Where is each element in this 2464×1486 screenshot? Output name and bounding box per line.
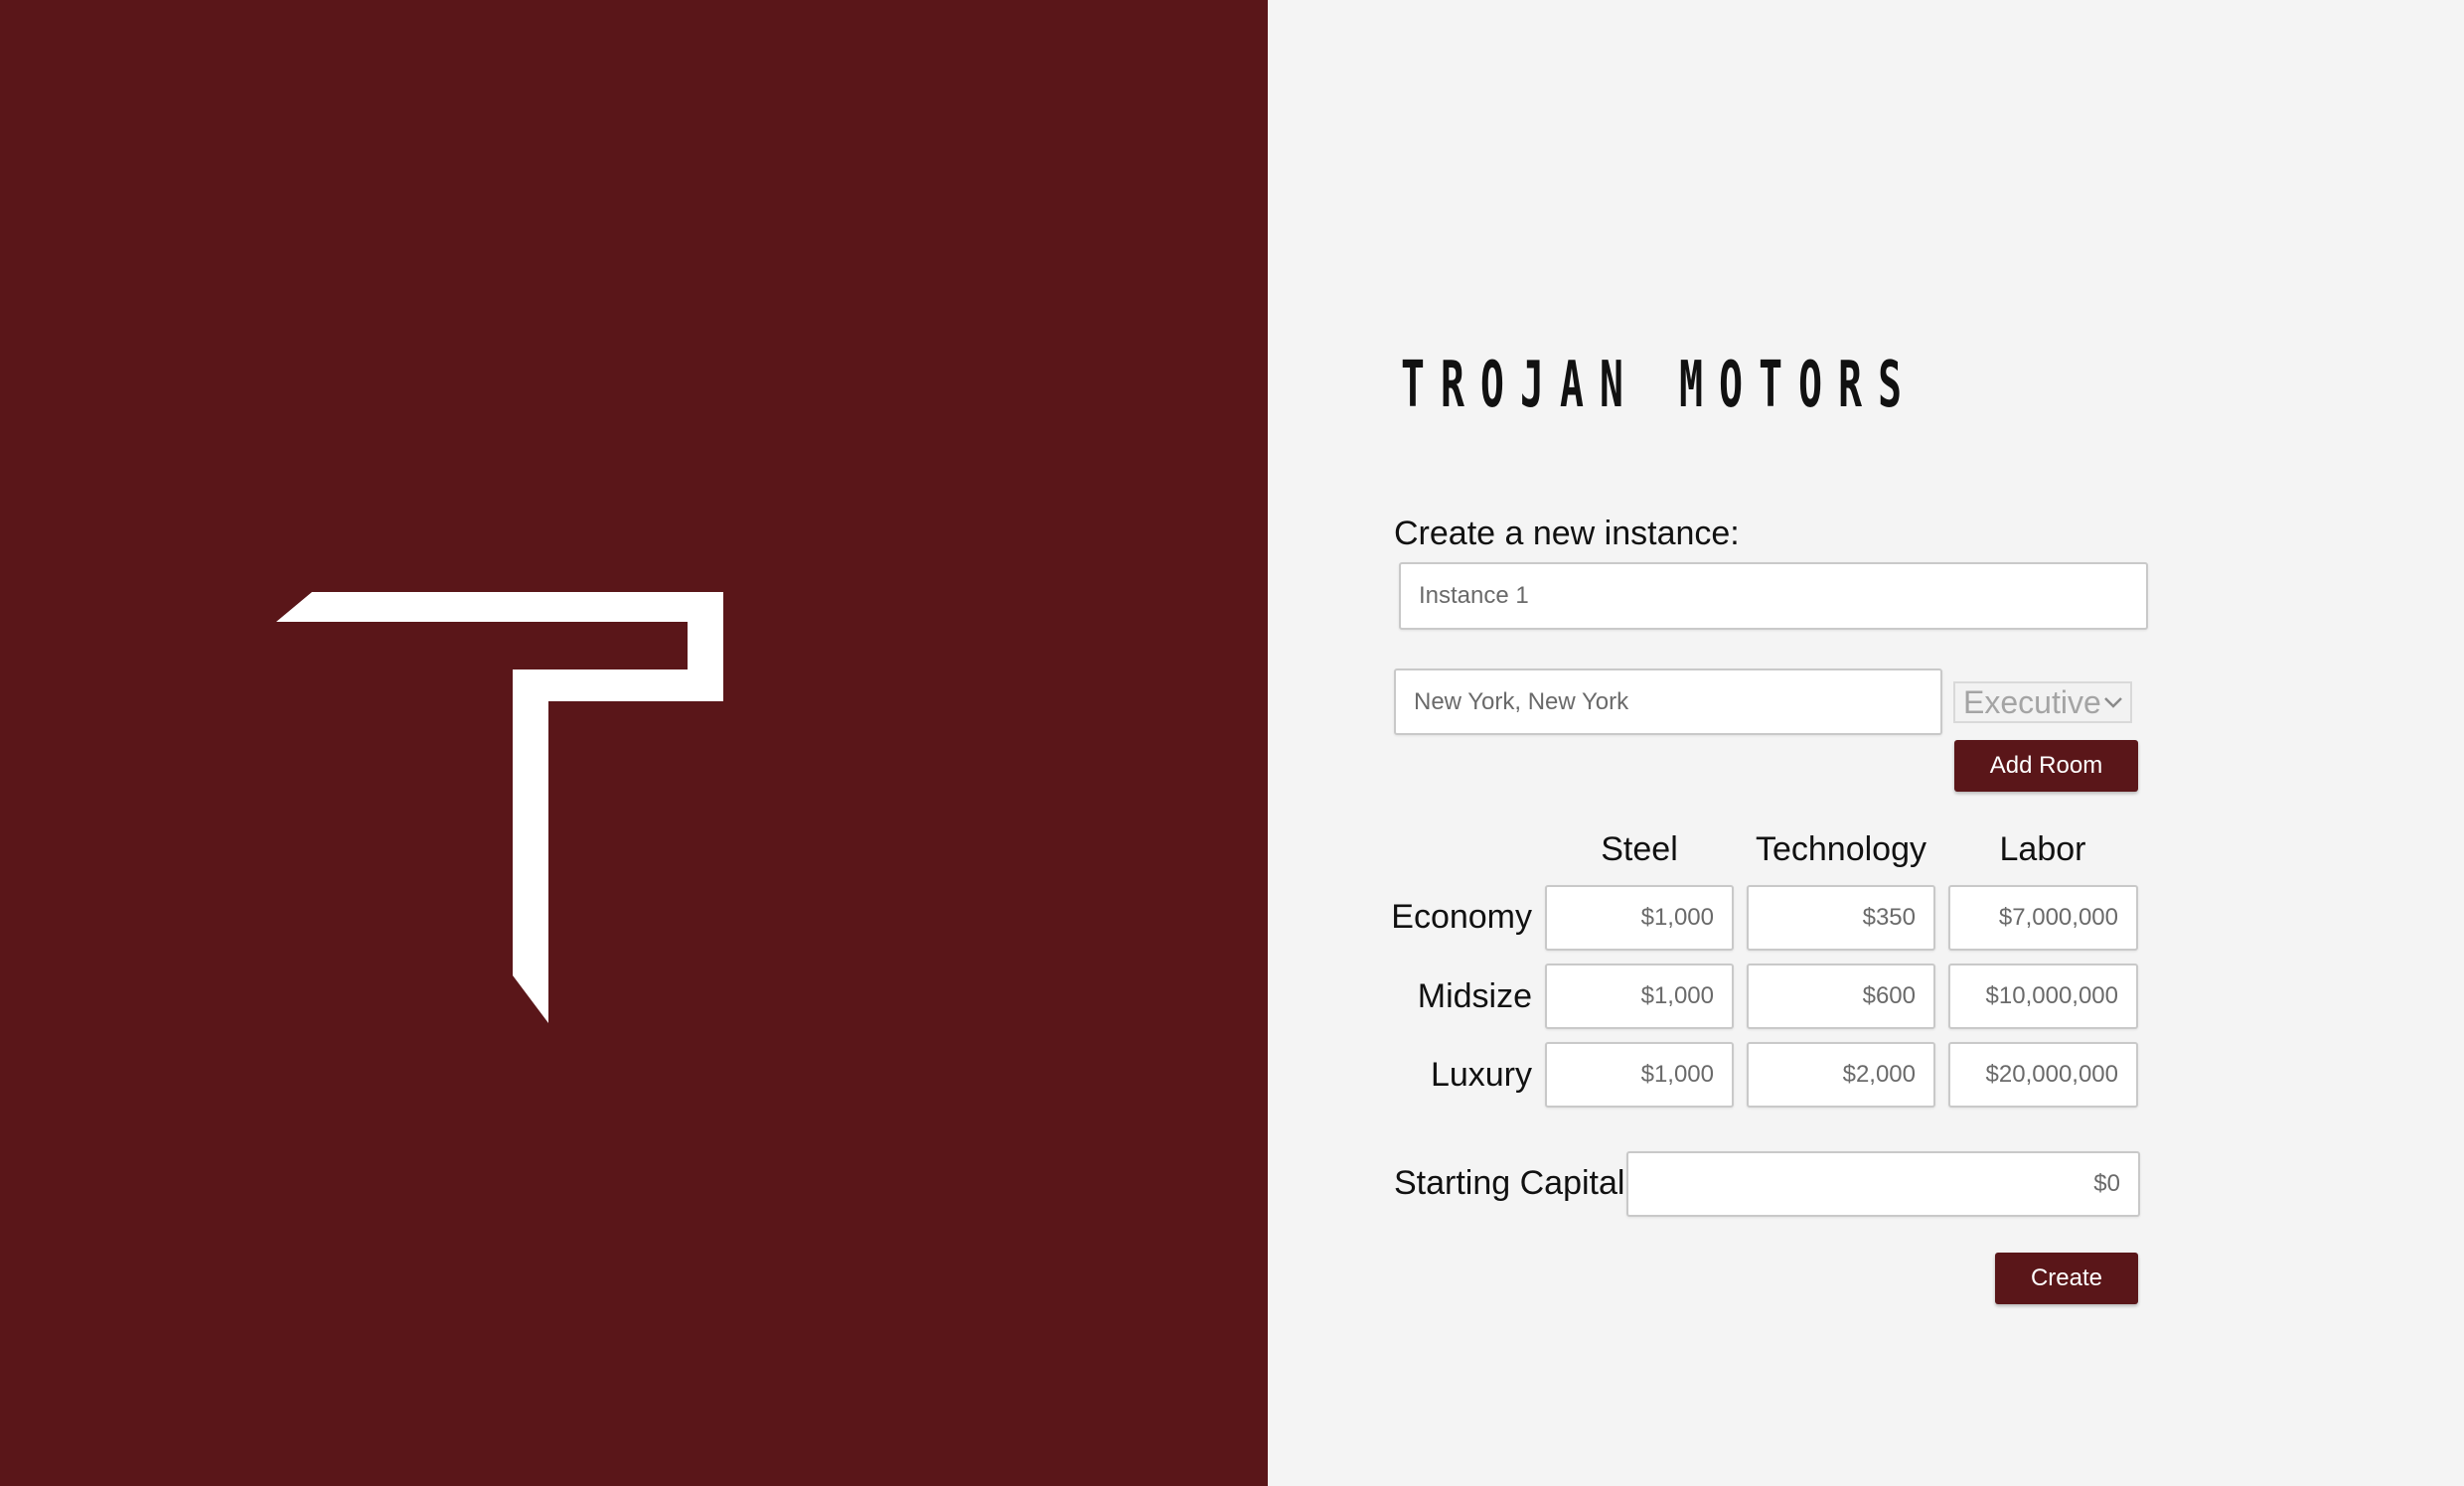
economy-steel-input[interactable] [1545,885,1734,951]
midsize-labor-input[interactable] [1948,964,2138,1029]
luxury-technology-input[interactable] [1747,1042,1935,1108]
room-type-selected-value: Executive [1963,684,2101,720]
create-button[interactable]: Create [1995,1253,2138,1304]
economy-labor-input[interactable] [1948,885,2138,951]
starting-capital-input[interactable] [1626,1151,2140,1217]
location-input[interactable] [1394,669,1942,735]
row-label-economy: Economy [1391,898,1532,936]
form-panel [1268,0,2464,1486]
luxury-labor-input[interactable] [1948,1042,2138,1108]
brand-panel [0,0,1268,1486]
column-header-labor: Labor [1999,830,2086,868]
add-room-button[interactable]: Add Room [1954,740,2138,792]
economy-technology-input[interactable] [1747,885,1935,951]
row-label-luxury: Luxury [1430,1056,1532,1094]
app-window: TROJAN MOTORS Create a new instance: Exe… [0,0,2464,1486]
column-header-technology: Technology [1755,830,1926,868]
chevron-down-icon [2104,697,2122,708]
instance-name-input[interactable] [1399,562,2148,630]
row-label-midsize: Midsize [1417,977,1532,1015]
create-instance-label: Create a new instance: [1394,515,1740,552]
room-type-select[interactable]: Executive [1953,681,2132,723]
brand-title: TROJAN MOTORS [1401,349,1919,422]
column-header-steel: Steel [1601,830,1678,868]
midsize-steel-input[interactable] [1545,964,1734,1029]
luxury-steel-input[interactable] [1545,1042,1734,1108]
starting-capital-label: Starting Capital [1394,1164,1625,1202]
midsize-technology-input[interactable] [1747,964,1935,1029]
trojan-t-logo-icon [276,592,723,1023]
